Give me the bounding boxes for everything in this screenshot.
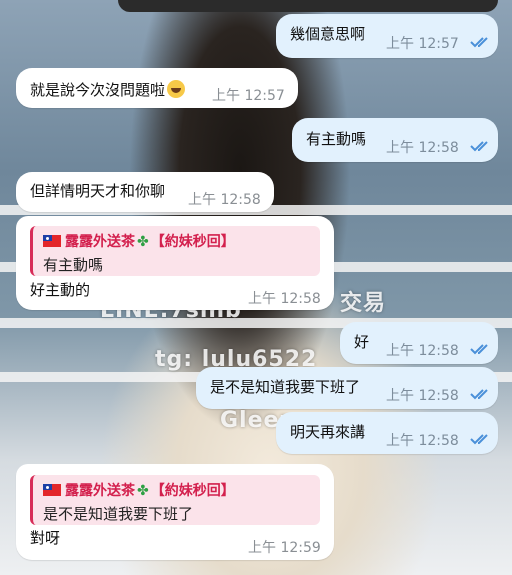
message-time: 上午 12:58 <box>386 388 459 404</box>
reply-sender-name: 露露外送茶 ✤ 【約妹秒回】 <box>43 231 235 251</box>
double-check-icon <box>470 36 492 48</box>
message-text: 好主動的 <box>30 281 91 299</box>
message-text: 就是說今次沒問題啦 <box>30 80 186 99</box>
message-bubble-incoming[interactable]: 就是說今次沒問題啦 上午 12:57 <box>16 68 298 108</box>
double-check-icon <box>470 388 492 400</box>
four-leaf-clover-icon: ✤ <box>137 483 149 499</box>
message-time: 上午 12:58 <box>386 343 459 359</box>
reply-quote[interactable]: 露露外送茶 ✤ 【約妹秒回】 有主動嗎 <box>30 226 320 276</box>
watermark-text: 交易 <box>340 291 387 316</box>
message-text: 好 <box>354 333 370 351</box>
reply-sender-label: 露露外送茶 <box>65 234 135 250</box>
message-bubble-outgoing[interactable]: 幾個意思啊 上午 12:57 <box>276 14 498 58</box>
message-text: 對呀 <box>30 529 61 547</box>
taiwan-flag-icon <box>43 484 61 496</box>
reply-sender-suffix: 【約妹秒回】 <box>150 483 235 499</box>
message-text-content: 就是說今次沒問題啦 <box>30 81 166 99</box>
reply-quoted-text: 是不是知道我要下班了 <box>43 505 194 523</box>
double-check-icon <box>470 140 492 152</box>
message-bubble-incoming[interactable]: 露露外送茶 ✤ 【約妹秒回】 有主動嗎 好主動的 上午 12:58 <box>16 216 334 310</box>
message-time: 上午 12:58 <box>188 192 261 208</box>
message-bubble-outgoing[interactable]: 明天再來講 上午 12:58 <box>276 412 498 454</box>
message-text: 但詳情明天才和你聊 <box>30 182 166 200</box>
message-bubble-outgoing[interactable]: 有主動嗎 上午 12:58 <box>292 118 498 162</box>
message-text: 幾個意思啊 <box>290 25 366 43</box>
message-time: 上午 12:59 <box>248 540 321 556</box>
four-leaf-clover-icon: ✤ <box>137 234 149 250</box>
message-bubble-outgoing[interactable]: 是不是知道我要下班了 上午 12:58 <box>196 367 498 409</box>
message-time: 上午 12:58 <box>386 433 459 449</box>
reply-quote[interactable]: 露露外送茶 ✤ 【約妹秒回】 是不是知道我要下班了 <box>30 475 320 525</box>
message-text: 有主動嗎 <box>306 130 367 148</box>
message-bubble-incoming[interactable]: 但詳情明天才和你聊 上午 12:58 <box>16 172 274 212</box>
reply-quoted-text: 有主動嗎 <box>43 256 104 274</box>
double-check-icon <box>470 343 492 355</box>
message-text: 明天再來講 <box>290 423 366 441</box>
message-time: 上午 12:57 <box>212 88 285 104</box>
taiwan-flag-icon <box>43 235 61 247</box>
double-check-icon <box>470 433 492 445</box>
message-time: 上午 12:58 <box>248 291 321 307</box>
message-time: 上午 12:58 <box>386 140 459 156</box>
message-text: 是不是知道我要下班了 <box>210 378 361 396</box>
reply-sender-label: 露露外送茶 <box>65 483 135 499</box>
message-time: 上午 12:57 <box>386 36 459 52</box>
joy-emoji-icon <box>167 80 186 98</box>
wallpaper-top-edge <box>118 0 498 12</box>
reply-sender-name: 露露外送茶 ✤ 【約妹秒回】 <box>43 480 235 500</box>
message-bubble-outgoing[interactable]: 好 上午 12:58 <box>340 322 498 364</box>
message-bubble-incoming[interactable]: 露露外送茶 ✤ 【約妹秒回】 是不是知道我要下班了 對呀 上午 12:59 <box>16 464 334 560</box>
reply-sender-suffix: 【約妹秒回】 <box>150 234 235 250</box>
